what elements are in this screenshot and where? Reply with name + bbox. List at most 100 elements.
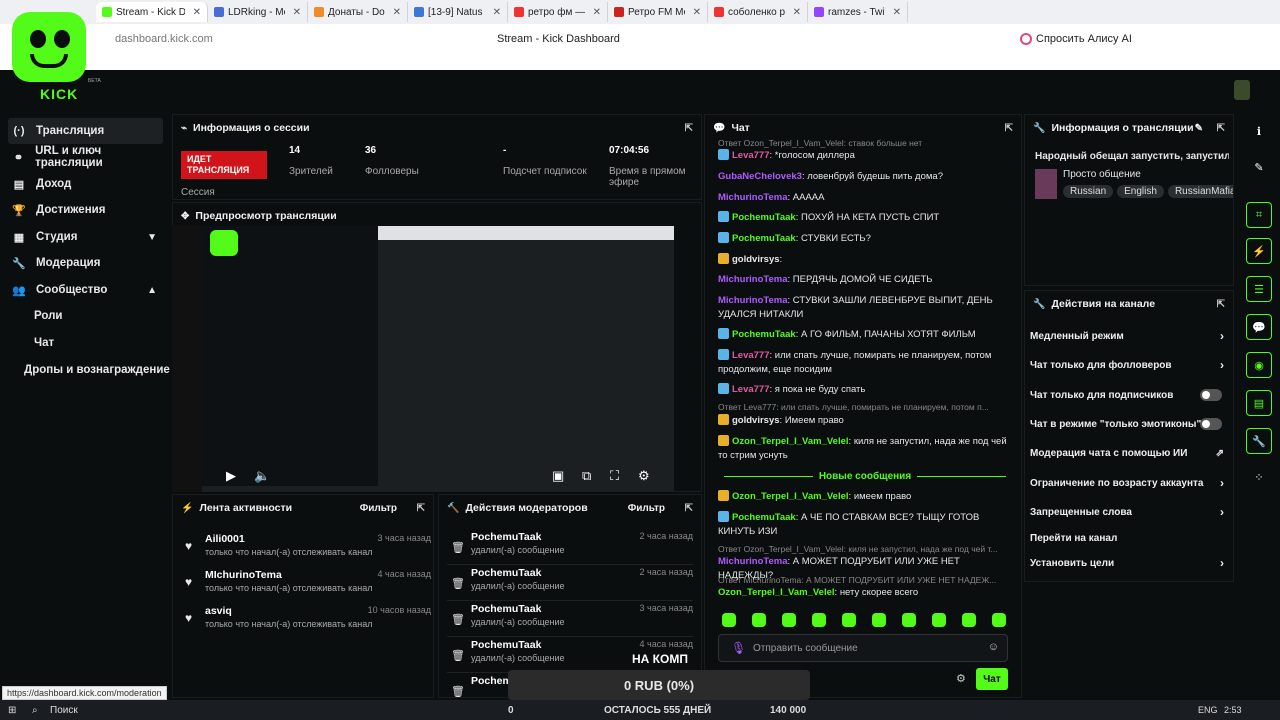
popout-icon[interactable]: ⇱ xyxy=(417,503,425,514)
address-bar[interactable]: dashboard.kick.com xyxy=(115,33,213,45)
emote-icon[interactable] xyxy=(902,613,916,627)
chat-username[interactable]: GubaNeChelovek3 xyxy=(718,171,802,182)
close-icon[interactable]: ✕ xyxy=(393,7,401,18)
channel-action-row[interactable]: Запрещенные слова › xyxy=(1030,500,1228,524)
chat-username[interactable]: Leva777 xyxy=(732,350,770,361)
channel-action-row[interactable]: Чат только для фолловеров › xyxy=(1030,353,1228,377)
activity-user[interactable]: asviq xyxy=(205,605,232,617)
sidebar-item[interactable]: ⚭ URL и ключ трансляции xyxy=(8,144,163,170)
chat-username[interactable]: MichurinoTema xyxy=(718,192,788,203)
browser-tab[interactable]: [13-9] Natus Vincere ✕ xyxy=(408,2,508,22)
close-icon[interactable]: ✕ xyxy=(293,7,301,18)
sidebar-item[interactable]: ▤ Доход xyxy=(8,171,163,197)
chat-username[interactable]: PochemuTaak xyxy=(732,233,796,244)
mic-icon[interactable]: 🎙 xyxy=(731,641,746,655)
close-icon[interactable]: ✕ xyxy=(593,7,601,18)
qr-icon[interactable]: ⌗ xyxy=(1246,202,1272,228)
search-icon[interactable]: ⌕ xyxy=(32,705,38,716)
channel-action-row[interactable]: Установить цели › xyxy=(1030,551,1228,575)
popout-icon[interactable]: ⇱ xyxy=(1217,123,1225,134)
channel-action-row[interactable]: Медленный режим › xyxy=(1030,324,1228,348)
browser-tab[interactable]: соболенко рыбакин ✕ xyxy=(708,2,808,22)
pip-icon[interactable]: ⧉ xyxy=(582,468,591,484)
popout-icon[interactable]: ⇱ xyxy=(1005,123,1013,134)
windows-start-icon[interactable]: ⊞ xyxy=(8,705,16,716)
edit-icon[interactable]: ✎ xyxy=(1246,154,1272,180)
stream-tag[interactable]: English xyxy=(1117,185,1164,198)
emote-icon[interactable] xyxy=(932,613,946,627)
emote-icon[interactable] xyxy=(752,613,766,627)
chat-settings-icon[interactable]: ⚙ xyxy=(956,672,966,685)
sidebar-item[interactable]: 🏆 Достижения xyxy=(8,197,163,223)
chat-username[interactable]: Ozon_Terpel_I_Vam_Velel xyxy=(718,587,835,598)
stream-preview-video[interactable]: ▶ 🔈 ▣ ⧉ ⛶ ⚙ xyxy=(172,226,674,492)
browser-tab[interactable]: Донаты - DonationA ✕ xyxy=(308,2,408,22)
kick-logo[interactable]: KICK xyxy=(40,86,78,102)
wrench-icon[interactable]: 🔧 xyxy=(1246,428,1272,454)
browser-tab[interactable]: Ретро FM Моск ✕ xyxy=(608,2,708,22)
browser-tab[interactable]: ramzes - Twitch ✕ xyxy=(808,2,908,22)
play-icon[interactable]: ▶ xyxy=(226,468,236,484)
browser-tab[interactable]: LDRking - Media req ✕ xyxy=(208,2,308,22)
channel-action-row[interactable]: Перейти на канал xyxy=(1030,526,1228,550)
chat-username[interactable]: goldvirsys xyxy=(732,415,780,426)
close-icon[interactable]: ✕ xyxy=(493,7,501,18)
info-icon[interactable]: ℹ xyxy=(1246,118,1272,144)
browser-tab[interactable]: ретро фм — Яндекс ✕ xyxy=(508,2,608,22)
chat-input[interactable]: 🎙 Отправить сообщение ☺ xyxy=(718,634,1008,662)
emote-icon[interactable] xyxy=(962,613,976,627)
chat-username[interactable]: PochemuTaak xyxy=(732,329,796,340)
close-icon[interactable]: ✕ xyxy=(193,7,201,18)
chat-username[interactable]: Leva777 xyxy=(732,150,770,161)
toggle-switch[interactable] xyxy=(1200,418,1222,430)
chat-username[interactable]: Leva777 xyxy=(732,384,770,395)
activity-user[interactable]: Aili0001 xyxy=(205,533,245,545)
user-avatar[interactable] xyxy=(1234,80,1250,100)
chat-username[interactable]: MichurinoTema xyxy=(718,274,788,285)
modaction-user[interactable]: PochemuTaak xyxy=(471,603,541,615)
sidebar-subitem[interactable]: Чат xyxy=(34,337,54,349)
modactions-filter-button[interactable]: Фильтр xyxy=(628,503,665,514)
clock[interactable]: 2:53 xyxy=(1224,705,1242,715)
edit-icon[interactable]: ✎ xyxy=(1195,123,1203,134)
sidebar-item[interactable]: 🔧 Модерация xyxy=(8,250,163,276)
close-icon[interactable]: ✕ xyxy=(693,7,701,18)
channel-action-row[interactable]: Ограничение по возрасту аккаунта › xyxy=(1030,471,1228,495)
settings-icon[interactable]: ⚙ xyxy=(638,468,650,484)
sidebar-subitem[interactable]: Роли xyxy=(34,310,63,322)
channel-action-row[interactable]: Чат в режиме "только эмотиконы" xyxy=(1030,412,1228,436)
emote-icon[interactable] xyxy=(812,613,826,627)
bolt-icon[interactable]: ⚡ xyxy=(1246,238,1272,264)
alice-button[interactable]: Спросить Алису AI xyxy=(1020,33,1132,45)
popout-icon[interactable]: ⇱ xyxy=(685,503,693,514)
modaction-user[interactable]: Pochem xyxy=(471,675,512,687)
lang-indicator[interactable]: ENG xyxy=(1198,705,1218,715)
activity-filter-button[interactable]: Фильтр xyxy=(360,503,397,514)
activity-user[interactable]: MIchurinoTema xyxy=(205,569,282,581)
chat-send-button[interactable]: Чат xyxy=(976,668,1008,690)
list-icon[interactable]: ☰ xyxy=(1246,276,1272,302)
chat-username[interactable]: MichurinoTema xyxy=(718,556,788,567)
channel-action-row[interactable]: Чат только для подписчиков xyxy=(1030,383,1228,407)
close-icon[interactable]: ✕ xyxy=(893,7,901,18)
emote-icon[interactable] xyxy=(872,613,886,627)
sidebar-item[interactable]: (·) Трансляция xyxy=(8,118,163,144)
theater-icon[interactable]: ▣ xyxy=(552,468,564,484)
popout-icon[interactable]: ⇱ xyxy=(1217,299,1225,310)
browser-tab[interactable]: Stream - Kick Dash ✕ xyxy=(96,2,208,22)
channel-action-row[interactable]: Модерация чата с помощью ИИ ⇗ xyxy=(1030,441,1228,465)
sidebar-subitem[interactable]: Дропы и вознаграждение xyxy=(24,364,170,376)
apps-icon[interactable]: ⁘ xyxy=(1246,464,1272,490)
stream-tag[interactable]: Russian xyxy=(1063,185,1114,198)
emote-icon[interactable] xyxy=(992,613,1006,627)
fullscreen-icon[interactable]: ⛶ xyxy=(610,468,619,484)
close-icon[interactable]: ✕ xyxy=(793,7,801,18)
modaction-user[interactable]: PochemuTaak xyxy=(471,531,541,543)
taskbar-search[interactable]: Поиск xyxy=(50,705,78,716)
sidebar-item[interactable]: ▦ Студия ▼ xyxy=(8,224,163,250)
layout-icon[interactable]: ▤ xyxy=(1246,390,1272,416)
broadcast-icon[interactable]: ◉ xyxy=(1246,352,1272,378)
chat-username[interactable]: goldvirsys xyxy=(732,254,780,265)
stream-tag[interactable]: RussianMafia xyxy=(1167,185,1233,198)
emote-icon[interactable] xyxy=(782,613,796,627)
